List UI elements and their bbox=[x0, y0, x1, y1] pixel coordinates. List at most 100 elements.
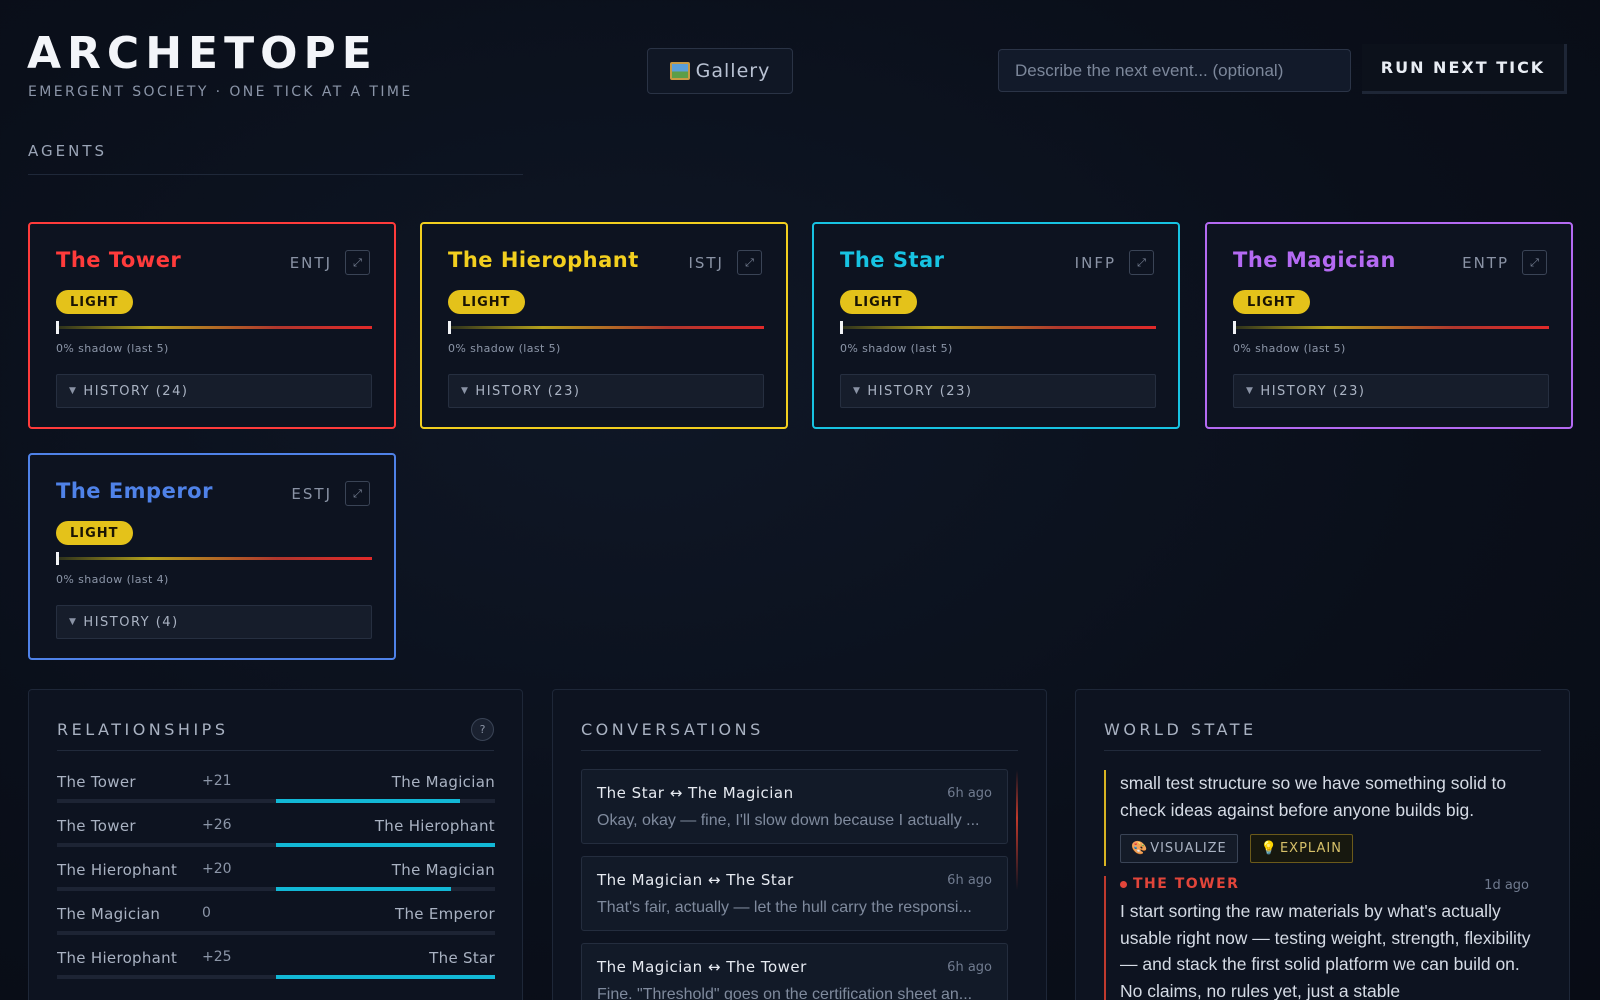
agent-type: ESTJ bbox=[291, 485, 332, 503]
conversation-snippet: That's fair, actually — let the hull car… bbox=[597, 899, 972, 916]
history-toggle[interactable]: ▼ HISTORY (23) bbox=[1233, 374, 1549, 408]
shadow-meter bbox=[840, 321, 1156, 334]
relationship-agent-a: The Tower bbox=[57, 773, 136, 791]
relationship-row: The Tower +26 The Hierophant bbox=[57, 817, 495, 857]
expand-icon[interactable]: ⤢ bbox=[345, 250, 370, 275]
gallery-label: Gallery bbox=[695, 60, 771, 82]
conversation-time: 6h ago bbox=[947, 873, 992, 888]
conversation-title: The Magician ↔ The Star bbox=[597, 871, 794, 889]
relationship-score: +25 bbox=[202, 949, 232, 965]
relationship-agent-b: The Emperor bbox=[395, 905, 495, 923]
agent-card[interactable]: The Magician ENTP ⤢ LIGHT 0% shadow (las… bbox=[1205, 222, 1573, 429]
relationship-agent-a: The Tower bbox=[57, 817, 136, 835]
relationship-row: The Hierophant +20 The Magician bbox=[57, 861, 495, 901]
relationship-bar bbox=[57, 799, 495, 803]
agent-type: ENTJ bbox=[289, 254, 332, 272]
status-badge: LIGHT bbox=[840, 290, 917, 314]
world-state-actions: 🎨 VISUALIZE 💡 EXPLAIN bbox=[1120, 834, 1353, 863]
shadow-text: 0% shadow (last 5) bbox=[448, 342, 561, 355]
world-state-panel: WORLD STATE small test structure so we h… bbox=[1075, 689, 1570, 1000]
conversation-title: The Magician ↔ The Tower bbox=[597, 958, 807, 976]
section-divider bbox=[28, 174, 523, 175]
agents-section-title: AGENTS bbox=[28, 142, 108, 160]
shadow-meter-marker bbox=[840, 321, 843, 334]
relationship-agent-b: The Magician bbox=[391, 773, 495, 791]
relationship-bar-fill bbox=[276, 799, 460, 803]
relationship-score: +26 bbox=[202, 817, 232, 833]
shadow-meter bbox=[1233, 321, 1549, 334]
conversation-title: The Star ↔ The Magician bbox=[597, 784, 794, 802]
expand-icon[interactable]: ⤢ bbox=[345, 481, 370, 506]
conversation-snippet: Okay, okay — fine, I'll slow down becaus… bbox=[597, 812, 980, 829]
relationship-bar-fill bbox=[276, 843, 495, 847]
chevron-down-icon: ▼ bbox=[1246, 386, 1255, 396]
agent-card[interactable]: The Hierophant ISTJ ⤢ LIGHT 0% shadow (l… bbox=[420, 222, 788, 429]
expand-icon[interactable]: ⤢ bbox=[1522, 250, 1547, 275]
shadow-meter-marker bbox=[448, 321, 451, 334]
agent-card[interactable]: The Tower ENTJ ⤢ LIGHT 0% shadow (last 5… bbox=[28, 222, 396, 429]
history-toggle[interactable]: ▼ HISTORY (23) bbox=[448, 374, 764, 408]
conversation-item[interactable]: The Magician ↔ The Star 6h ago That's fa… bbox=[581, 856, 1008, 931]
history-toggle[interactable]: ▼ HISTORY (4) bbox=[56, 605, 372, 639]
history-label: HISTORY (23) bbox=[867, 383, 973, 399]
visualize-label: VISUALIZE bbox=[1150, 841, 1227, 856]
app-logo: ARCHETOPE bbox=[27, 28, 378, 79]
relationship-bar-fill bbox=[276, 975, 495, 979]
shadow-text: 0% shadow (last 5) bbox=[1233, 342, 1346, 355]
world-state-speaker: THE TOWER bbox=[1120, 876, 1541, 892]
chevron-down-icon: ▼ bbox=[461, 386, 470, 396]
agent-card[interactable]: The Star INFP ⤢ LIGHT 0% shadow (last 5)… bbox=[812, 222, 1180, 429]
history-toggle[interactable]: ▼ HISTORY (24) bbox=[56, 374, 372, 408]
shadow-meter bbox=[56, 321, 372, 334]
shadow-meter-marker bbox=[56, 552, 59, 565]
event-input[interactable] bbox=[998, 49, 1351, 92]
world-state-timestamp: 1d ago bbox=[1484, 878, 1529, 893]
agent-name: The Hierophant bbox=[448, 248, 639, 272]
speaker-dot-icon bbox=[1120, 880, 1127, 888]
chevron-down-icon: ▼ bbox=[853, 386, 862, 396]
conversation-item[interactable]: The Star ↔ The Magician 6h ago Okay, oka… bbox=[581, 769, 1008, 844]
agent-name: The Magician bbox=[1233, 248, 1396, 272]
relationship-agent-b: The Magician bbox=[391, 861, 495, 879]
history-label: HISTORY (24) bbox=[83, 383, 189, 399]
relationships-title: RELATIONSHIPS bbox=[57, 720, 229, 739]
world-state-entry-text: I start sorting the raw materials by wha… bbox=[1120, 901, 1531, 1000]
run-next-tick-button[interactable]: RUN NEXT TICK bbox=[1362, 44, 1567, 94]
relationship-bar bbox=[57, 887, 495, 891]
conversations-scrollbar[interactable] bbox=[1016, 770, 1018, 890]
visualize-button[interactable]: 🎨 VISUALIZE bbox=[1120, 834, 1238, 863]
history-toggle[interactable]: ▼ HISTORY (23) bbox=[840, 374, 1156, 408]
agent-type: ENTP bbox=[1462, 254, 1509, 272]
panel-divider bbox=[581, 750, 1018, 751]
world-state-entry: small test structure so we have somethin… bbox=[1104, 770, 1541, 866]
explain-button[interactable]: 💡 EXPLAIN bbox=[1249, 834, 1353, 863]
gallery-button[interactable]: Gallery bbox=[647, 48, 793, 94]
chevron-down-icon: ▼ bbox=[69, 617, 78, 627]
expand-icon[interactable]: ⤢ bbox=[737, 250, 762, 275]
relationship-bar bbox=[57, 975, 495, 979]
relationship-bar bbox=[57, 931, 495, 935]
shadow-text: 0% shadow (last 5) bbox=[840, 342, 953, 355]
agent-type: ISTJ bbox=[688, 254, 724, 272]
help-icon[interactable]: ? bbox=[471, 718, 494, 741]
relationship-agent-b: The Star bbox=[429, 949, 495, 967]
relationship-agent-a: The Magician bbox=[57, 905, 161, 923]
world-state-title: WORLD STATE bbox=[1104, 720, 1257, 739]
panel-divider bbox=[1104, 750, 1541, 751]
shadow-text: 0% shadow (last 4) bbox=[56, 573, 169, 586]
agent-card[interactable]: The Emperor ESTJ ⤢ LIGHT 0% shadow (last… bbox=[28, 453, 396, 660]
shadow-meter-marker bbox=[1233, 321, 1236, 334]
relationship-agent-a: The Hierophant bbox=[57, 861, 178, 879]
conversation-item[interactable]: The Magician ↔ The Tower 6h ago Fine. "T… bbox=[581, 943, 1008, 1000]
relationship-score: +21 bbox=[202, 773, 232, 789]
agent-name: The Emperor bbox=[56, 479, 213, 503]
status-badge: LIGHT bbox=[448, 290, 525, 314]
conversation-time: 6h ago bbox=[947, 786, 992, 801]
relationship-score: 0 bbox=[202, 905, 211, 921]
shadow-meter bbox=[56, 552, 372, 565]
expand-icon[interactable]: ⤢ bbox=[1129, 250, 1154, 275]
relationship-row: The Tower +21 The Magician bbox=[57, 773, 495, 813]
explain-label: EXPLAIN bbox=[1279, 841, 1342, 856]
chevron-down-icon: ▼ bbox=[69, 386, 78, 396]
relationship-bar-fill bbox=[276, 887, 452, 891]
